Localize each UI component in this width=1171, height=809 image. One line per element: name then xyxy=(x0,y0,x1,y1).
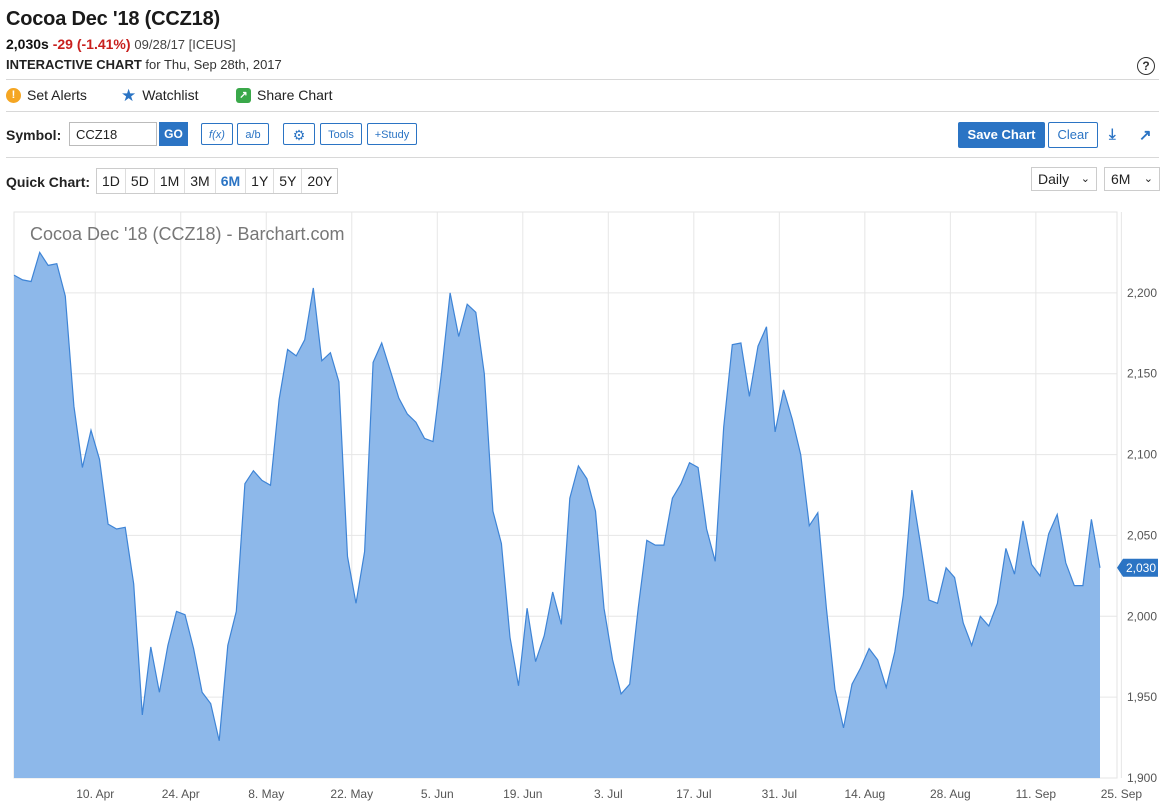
period-value: 6M xyxy=(1111,171,1131,187)
y-tick-label: 2,100 xyxy=(1127,448,1157,462)
divider xyxy=(6,157,1159,158)
chart-title: Cocoa Dec '18 (CCZ18) - Barchart.com xyxy=(30,224,345,244)
expand-icon[interactable]: ↗ xyxy=(1139,126,1155,144)
y-tick-label: 2,000 xyxy=(1127,609,1157,623)
set-alerts-label: Set Alerts xyxy=(27,87,87,103)
quick-chart-label: Quick Chart: xyxy=(6,174,91,190)
chevron-down-icon: ⌄ xyxy=(1143,173,1153,185)
range-button-5y[interactable]: 5Y xyxy=(274,169,303,193)
x-tick-label: 28. Aug xyxy=(930,787,971,801)
star-icon: ★ xyxy=(121,85,137,105)
x-tick-label: 31. Jul xyxy=(762,787,797,801)
divider xyxy=(6,79,1159,80)
divider xyxy=(6,111,1159,112)
last-price-label: 2,030 xyxy=(1126,561,1156,575)
add-study-button[interactable]: +Study xyxy=(367,123,417,145)
go-button[interactable]: GO xyxy=(159,122,188,146)
x-tick-label: 19. Jun xyxy=(503,787,542,801)
x-tick-label: 25. Sep xyxy=(1101,787,1143,801)
symbol-input[interactable] xyxy=(69,122,157,146)
share-icon: ↗ xyxy=(236,87,251,103)
alert-icon: ! xyxy=(6,87,21,103)
x-tick-label: 5. Jun xyxy=(421,787,454,801)
clear-button[interactable]: Clear xyxy=(1048,122,1098,148)
range-button-3m[interactable]: 3M xyxy=(185,169,216,193)
y-tick-label: 1,900 xyxy=(1127,771,1157,785)
watchlist-button[interactable]: ★ Watchlist xyxy=(121,85,199,105)
ratio-button[interactable]: a/b xyxy=(237,123,269,145)
page-title: Cocoa Dec '18 (CCZ18) xyxy=(6,8,220,30)
x-tick-label: 24. Apr xyxy=(162,787,200,801)
y-tick-label: 2,150 xyxy=(1127,367,1157,381)
y-tick-label: 1,950 xyxy=(1127,690,1157,704)
y-tick-label: 2,200 xyxy=(1127,286,1157,300)
share-chart-label: Share Chart xyxy=(257,87,333,103)
interval-value: Daily xyxy=(1038,171,1070,187)
subtitle-date: for Thu, Sep 28th, 2017 xyxy=(141,57,282,72)
chevron-down-icon: ⌄ xyxy=(1080,173,1090,185)
y-tick-label: 2,050 xyxy=(1127,528,1157,542)
x-tick-label: 10. Apr xyxy=(76,787,114,801)
price-chart[interactable]: 1,900 1,950 2,000 2,050 2,100 2,150 2,200 10. A… xyxy=(0,204,1171,809)
range-button-5d[interactable]: 5D xyxy=(126,169,155,193)
range-button-20y[interactable]: 20Y xyxy=(302,169,337,193)
quote-date-exchange: 09/28/17 [ICEUS] xyxy=(134,37,236,52)
period-select[interactable]: 6M ⌄ xyxy=(1104,167,1160,191)
range-button-1d[interactable]: 1D xyxy=(97,169,126,193)
quick-chart-ranges: 1D 5D 1M 3M 6M 1Y 5Y 20Y xyxy=(96,168,339,194)
symbol-label: Symbol: xyxy=(6,127,62,143)
range-button-1y[interactable]: 1Y xyxy=(246,169,275,193)
settings-button[interactable]: ⚙ xyxy=(283,123,315,145)
x-tick-label: 22. May xyxy=(330,787,373,801)
download-icon[interactable]: ⤓ xyxy=(1109,126,1125,144)
interval-select[interactable]: Daily ⌄ xyxy=(1031,167,1097,191)
watchlist-label: Watchlist xyxy=(142,87,199,103)
x-tick-label: 14. Aug xyxy=(844,787,885,801)
x-tick-label: 3. Jul xyxy=(594,787,623,801)
x-tick-label: 8. May xyxy=(248,787,284,801)
price-change: -29 (-1.41%) xyxy=(52,36,131,52)
tools-button[interactable]: Tools xyxy=(320,123,362,145)
range-button-6m[interactable]: 6M xyxy=(216,169,247,193)
subtitle-bold: INTERACTIVE CHART xyxy=(6,57,142,72)
chart-subtitle: INTERACTIVE CHART for Thu, Sep 28th, 201… xyxy=(6,57,282,72)
share-chart-button[interactable]: ↗ Share Chart xyxy=(236,87,332,103)
help-icon[interactable]: ? xyxy=(1137,57,1155,75)
save-chart-button[interactable]: Save Chart xyxy=(958,122,1045,148)
range-button-1m[interactable]: 1M xyxy=(155,169,186,193)
quote-line: 2,030s -29 (-1.41%) 09/28/17 [ICEUS] xyxy=(6,36,236,52)
x-tick-label: 11. Sep xyxy=(1016,787,1057,801)
x-tick-label: 17. Jul xyxy=(676,787,711,801)
last-price: 2,030s xyxy=(6,36,49,52)
function-button[interactable]: f(x) xyxy=(201,123,233,145)
gear-icon: ⚙ xyxy=(292,127,306,143)
set-alerts-button[interactable]: ! Set Alerts xyxy=(6,87,87,103)
